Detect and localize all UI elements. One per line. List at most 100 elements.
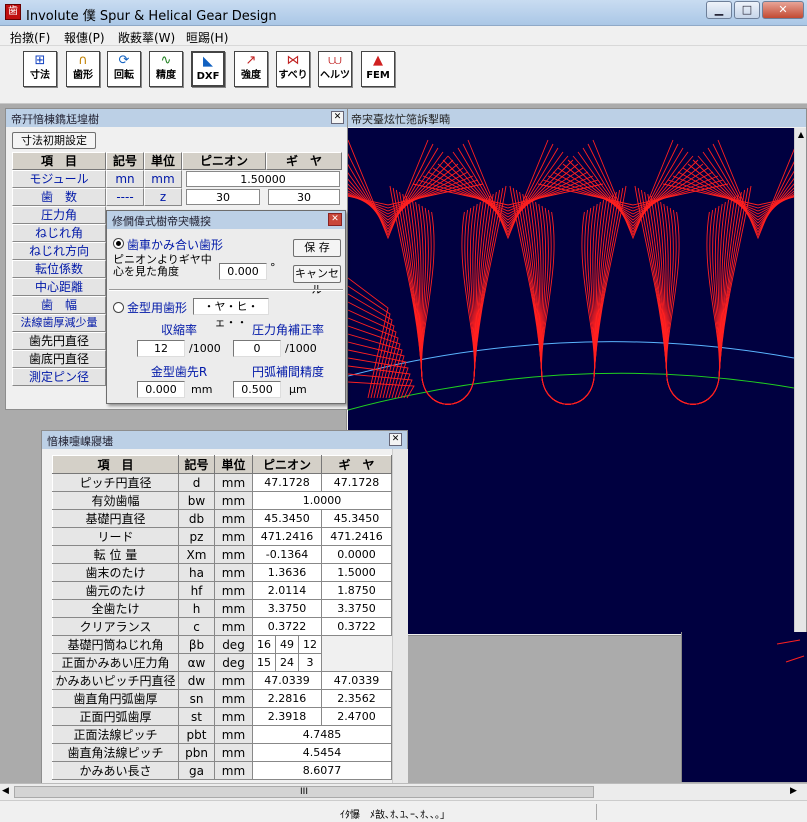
dialog-close-button[interactable]: ✕ [328,213,342,226]
results-row: リード pz mm 471.2416 471.2416 [52,527,392,546]
horizontal-scroll-thumb[interactable]: III [14,786,594,798]
results-symbol: βb [178,635,215,654]
spec-label-tip-diameter: 歯先円直径 [12,332,106,350]
gear-plot-window: 帝宊臺炫忙筂訴揧暔 ▲ [346,108,807,636]
cancel-button[interactable]: キャンセル [293,265,341,296]
results-merged-value: 8.6077 [252,761,392,780]
results-deg-value: 3 [297,653,323,672]
mold-profile-label[interactable]: 金型用歯形 [127,299,187,316]
gear-tooth-line [389,185,507,405]
spec-label-helix-angle: ねじれ角 [12,224,106,242]
menu-bar: 抬撴(F) 報僡(P) 敞薮蕐(W) 晅踢(H) [0,26,807,46]
pinion-teeth-input[interactable]: 30 [186,189,260,205]
gear-tooth-line [402,193,494,405]
mesh-profile-label[interactable]: 歯車かみ合い歯形 [127,236,223,253]
arc-accuracy-input[interactable]: 0.500 [233,381,281,398]
shrink-input[interactable]: 12 [137,340,185,357]
results-gear-value: 3.3750 [321,599,392,618]
fem-button[interactable]: ▲ FEM [361,51,395,87]
accuracy-button[interactable]: ∿ 精度 [149,51,183,87]
results-label: 基礎円直径 [52,509,179,528]
module-input[interactable]: 1.50000 [186,171,340,187]
results-pinion-value: 471.2416 [252,527,322,546]
results-symbol: pbt [178,725,215,744]
strength-button[interactable]: ↗ 強度 [234,51,268,87]
results-symbol: bw [178,491,215,510]
mold-profile-field[interactable]: ・ヤ・ヒ・ェ・・ [193,298,269,329]
spec-label-root-diameter: 歯底円直径 [12,350,106,368]
plot-vertical-scrollbar[interactable]: ▲ [794,128,806,634]
spec-label-module: モジュール [12,170,106,188]
gear-mesh-canvas[interactable] [348,128,794,634]
gear-tooth-line [656,199,730,405]
shrink-label: 収縮率 [160,323,197,337]
accuracy-icon: ∿ [160,53,172,68]
slip-icon: ⋈ [286,53,300,68]
results-window-close-button[interactable]: ✕ [389,433,402,446]
results-pinion-value: 47.1728 [252,473,322,492]
results-symbol: ga [178,761,215,780]
angle-input[interactable]: 0.000 [219,263,267,280]
plot-window-title: 帝宊臺炫忙筂訴揧暔 [347,109,806,127]
hertz-button[interactable]: ⩊ ヘルツ [318,51,352,87]
status-text: ｲﾀ懪 ﾒ敨､ｵ､ﾕ､ｰ､ｵ､､｡｣ [340,810,445,821]
scroll-up-icon[interactable]: ▲ [796,130,806,140]
rotate-button[interactable]: ⟳ 回転 [107,51,141,87]
spec-window-close-button[interactable]: ✕ [331,111,344,124]
app-gear-icon: 歯 [5,4,21,20]
slip-button[interactable]: ⋈ すべり [276,51,310,87]
results-gear-value: 1.5000 [321,563,392,582]
scroll-left-icon[interactable]: ◀ [2,786,9,796]
results-header-gear: ギ ヤ [321,455,392,474]
results-pinion-value: -0.1364 [252,545,322,564]
maximize-button[interactable]: □ [734,1,760,19]
mating-tooth-line [437,163,579,221]
results-unit: mm [214,581,253,600]
menu-file[interactable]: 抬撴(F) [10,29,50,46]
pressure-angle-correction-label: 圧力角補正率 [251,323,324,337]
results-label: かみあいピッチ円直径 [52,671,179,690]
mating-tooth-line [447,155,569,227]
results-vertical-scrollbar[interactable] [392,449,408,785]
gear-tooth-line [420,207,476,405]
results-header-symbol: 記号 [178,455,215,474]
results-merged-value: 4.7485 [252,725,392,744]
mesh-profile-radio[interactable] [113,238,124,249]
results-unit: mm [214,671,253,690]
results-unit: deg [214,635,253,654]
results-window-title: 愔棟嚏嵲寢壗 [42,431,407,449]
spec-label-helix-direction: ねじれ方向 [12,242,106,260]
spec-label-pressure-angle: 圧力角 [12,206,106,224]
results-deg-value: 49 [274,635,299,654]
gear-teeth-input[interactable]: 30 [268,189,340,205]
gear-tooth-line [348,317,399,399]
menu-window[interactable]: 敞薮蕐(W) [118,29,175,46]
mating-tooth-line [542,179,724,209]
init-dimension-button[interactable]: 寸法初期設定 [12,132,96,149]
dimension-button[interactable]: ⊞ 寸法 [23,51,57,87]
results-pinion-value: 2.0114 [252,581,322,600]
tooth-profile-button[interactable]: ∩ 歯形 [66,51,100,87]
spec-label-face-width: 歯 幅 [12,296,106,314]
menu-help[interactable]: 晅踢(H) [186,29,228,46]
menu-report[interactable]: 報僡(P) [64,29,105,46]
results-unit: mm [214,743,253,762]
pitch-circle-line [348,341,794,377]
dxf-export-button[interactable]: ◣ DXF [191,51,225,87]
results-label: 正面法線ピッチ [52,725,179,744]
status-divider [596,804,597,820]
mold-profile-radio[interactable] [113,302,124,313]
horizontal-scrollbar[interactable]: ◀ III ▶ [0,783,807,800]
tip-radius-input[interactable]: 0.000 [137,381,185,398]
results-label: 歯直角法線ピッチ [52,743,179,762]
mating-tooth-line [562,163,704,221]
save-button[interactable]: 保 存 [293,239,341,257]
scroll-right-icon[interactable]: ▶ [790,786,797,796]
dxf-export-icon: ◣ [203,54,213,69]
close-button[interactable]: ✕ [762,1,804,19]
results-label: 正面かみあい圧力角 [52,653,179,672]
results-label: 正面円弧歯厚 [52,707,179,726]
minimize-button[interactable]: ▁ [706,1,732,19]
pressure-angle-correction-input[interactable]: 0 [233,340,281,357]
results-pinion-value: 3.3750 [252,599,322,618]
